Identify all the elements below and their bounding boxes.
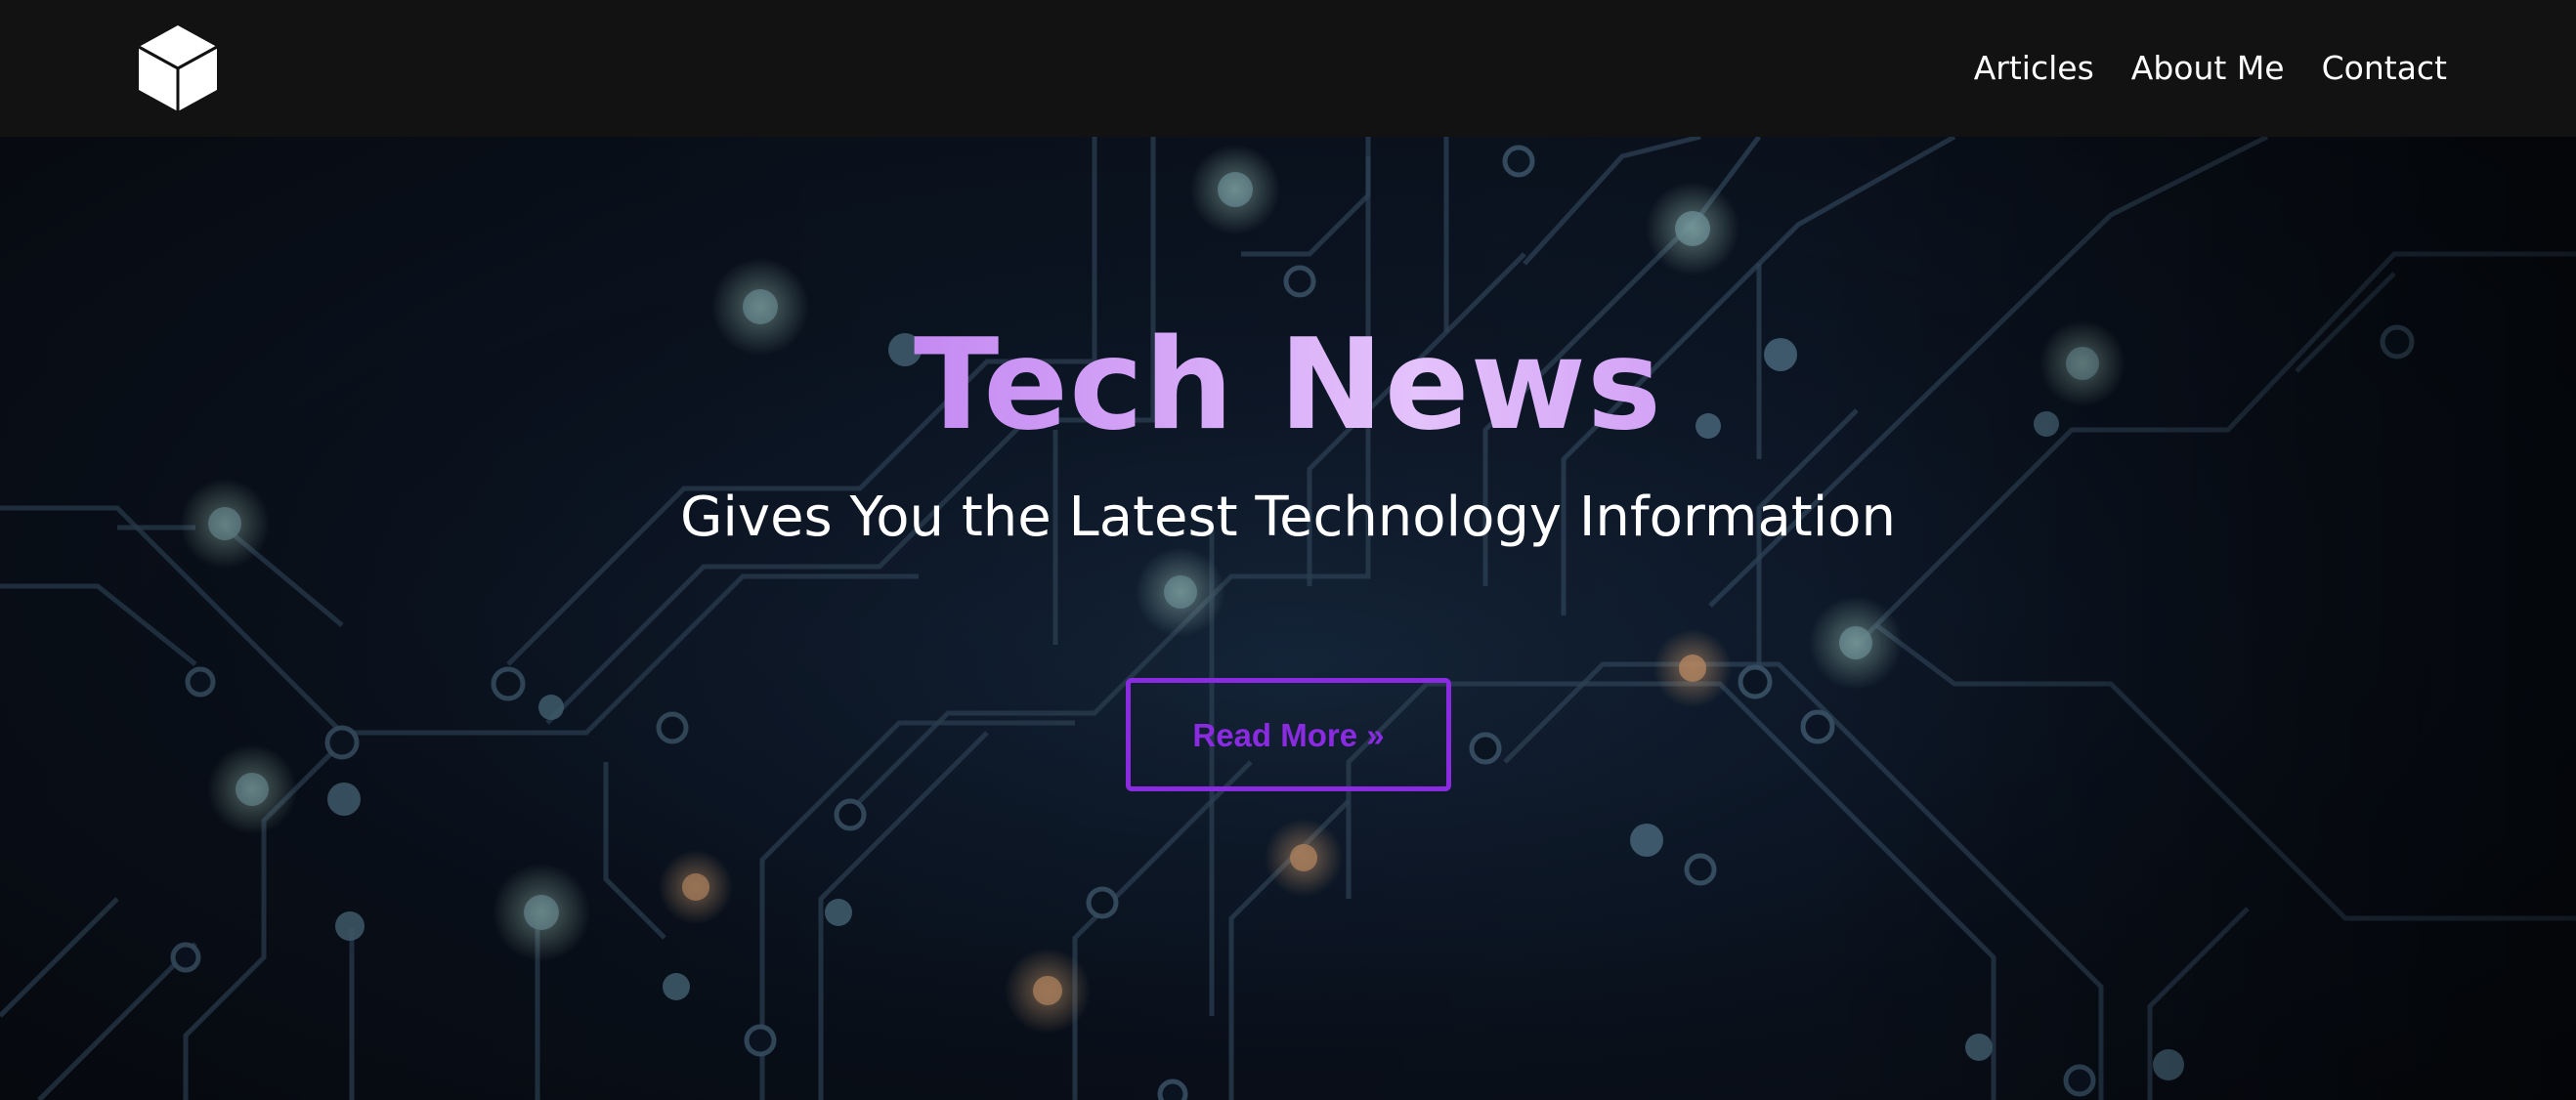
nav-link-articles[interactable]: Articles [1974, 43, 2094, 94]
hero-subtitle: Gives You the Latest Technology Informat… [679, 486, 1897, 549]
nav-link-about-me[interactable]: About Me [2131, 43, 2285, 94]
hero-section: Tech News Gives You the Latest Technolog… [0, 137, 2576, 1100]
nav-link-contact[interactable]: Contact [2322, 43, 2447, 94]
hero-title: Tech News [0, 313, 2576, 459]
top-navbar: Articles About Me Contact [0, 0, 2576, 137]
read-more-button[interactable]: Read More » [1126, 678, 1451, 791]
main-nav: Articles About Me Contact [1974, 43, 2447, 94]
cube-icon[interactable] [137, 23, 219, 113]
circuit-board-background [0, 137, 2576, 1100]
